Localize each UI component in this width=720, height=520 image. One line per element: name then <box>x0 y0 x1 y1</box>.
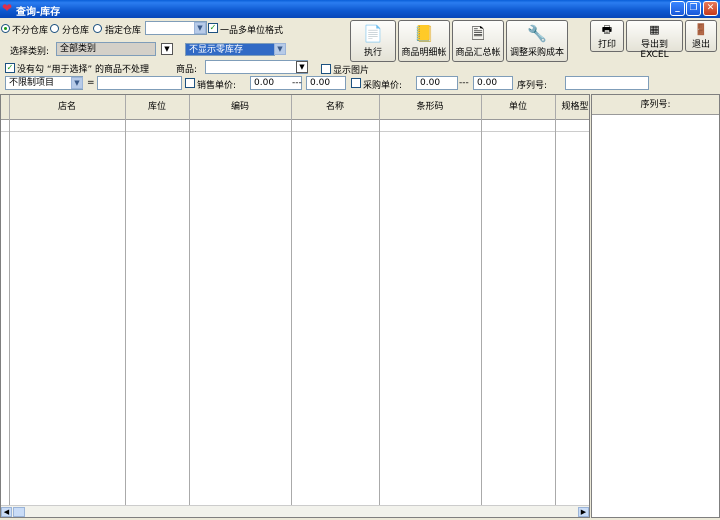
multi-unit-label: 一品多单位格式 <box>220 26 284 36</box>
horizontal-scrollbar[interactable]: ◀ ▶ <box>1 505 589 517</box>
column-divider <box>9 95 10 517</box>
category-label: 选择类别: <box>10 47 50 57</box>
column-divider <box>125 95 126 517</box>
unchecked-goods-checkbox[interactable]: ✓ <box>5 63 15 73</box>
sale-price-checkbox[interactable] <box>185 78 195 88</box>
column-header-barcode[interactable]: 条形码 <box>379 95 481 120</box>
ledger-icon: 📒 <box>414 24 434 43</box>
purchase-price-label: 采购单价: <box>363 81 403 91</box>
window-title: 查询-库存 <box>16 7 61 18</box>
radio-no-warehouse-label: 不分仓库 <box>12 26 49 36</box>
purchase-price-to[interactable]: 0.00 <box>473 76 513 90</box>
column-header-unit[interactable]: 单位 <box>481 95 555 120</box>
table-row[interactable] <box>1 120 589 132</box>
column-divider <box>379 95 380 517</box>
column-divider <box>481 95 482 517</box>
chevron-down-icon[interactable]: ▼ <box>71 77 83 89</box>
execute-button[interactable]: 📄 执行 <box>350 20 396 62</box>
exit-button[interactable]: 🚪 退出 <box>685 20 717 52</box>
serial-panel: 序列号: <box>591 94 720 518</box>
equals-label: = <box>87 78 95 88</box>
serial-input[interactable] <box>565 76 649 90</box>
maximize-button[interactable]: ❐ <box>686 1 701 16</box>
unchecked-goods-label: 没有勾 “用于选择” 的商品不处理 <box>17 65 150 75</box>
column-header-name[interactable]: 名称 <box>291 95 379 120</box>
adjust-cost-label: 调整采购成本 <box>509 48 564 58</box>
radio-specific-warehouse-label: 指定仓库 <box>105 26 142 36</box>
column-divider <box>189 95 190 517</box>
radio-by-warehouse-label: 分仓库 <box>62 26 90 36</box>
serial-label: 序列号: <box>517 81 548 91</box>
item-summary-button[interactable]: 🗎 商品汇总帐 <box>452 20 504 62</box>
chevron-down-icon[interactable]: ▼ <box>274 43 286 55</box>
print-label: 打印 <box>597 40 616 50</box>
sale-price-to[interactable]: 0.00 <box>306 76 346 90</box>
zero-stock-select[interactable]: 不显示零库存 <box>185 43 275 56</box>
item-detail-label: 商品明细帐 <box>401 48 447 58</box>
excel-icon: ▦ <box>649 23 660 36</box>
close-button[interactable]: ✕ <box>703 1 718 16</box>
printer-icon: 🖶 <box>601 23 613 36</box>
item-summary-label: 商品汇总帐 <box>455 48 501 58</box>
radio-by-warehouse[interactable] <box>50 24 59 33</box>
column-header-store[interactable]: 店名 <box>9 95 125 120</box>
serial-panel-header: 序列号: <box>592 95 719 115</box>
scroll-thumb[interactable] <box>13 507 25 517</box>
purchase-price-from[interactable]: 0.00 <box>416 76 458 90</box>
item-value-input[interactable] <box>97 76 182 90</box>
radio-specific-warehouse[interactable] <box>93 24 102 33</box>
show-image-label: 显示图片 <box>333 66 370 76</box>
column-divider <box>555 95 556 517</box>
chevron-down-icon[interactable]: ▼ <box>296 61 308 73</box>
goods-select[interactable] <box>205 60 308 74</box>
scroll-right-icon[interactable]: ▶ <box>578 507 589 517</box>
goods-label: 商品: <box>176 65 198 75</box>
purchase-price-checkbox[interactable] <box>351 78 361 88</box>
range-separator: --- <box>292 78 302 88</box>
column-header-location[interactable]: 库位 <box>125 95 189 120</box>
title-bar: ❤ 查询-库存 _ ❐ ✕ <box>0 0 720 18</box>
exit-label: 退出 <box>691 40 710 50</box>
wrench-icon: 🔧 <box>527 24 547 43</box>
export-excel-label: 导出到EXCEL <box>640 40 669 60</box>
execute-label: 执行 <box>363 48 382 58</box>
column-divider <box>291 95 292 517</box>
range-separator: --- <box>459 78 469 88</box>
column-header-code[interactable]: 编码 <box>189 95 291 120</box>
multi-unit-checkbox[interactable]: ✓ <box>208 23 218 33</box>
door-icon: 🚪 <box>694 23 708 36</box>
minimize-button[interactable]: _ <box>670 1 685 16</box>
chevron-down-icon[interactable]: ▼ <box>194 22 206 34</box>
chevron-down-icon[interactable]: ▼ <box>161 43 173 55</box>
item-detail-button[interactable]: 📒 商品明细帐 <box>398 20 450 62</box>
column-header-spec[interactable]: 规格型 <box>555 95 589 120</box>
print-button[interactable]: 🖶 打印 <box>590 20 624 52</box>
scroll-left-icon[interactable]: ◀ <box>1 507 12 517</box>
sale-price-label: 销售单价: <box>197 81 237 91</box>
adjust-cost-button[interactable]: 🔧 调整采购成本 <box>506 20 568 62</box>
heart-icon: ❤ <box>2 1 13 15</box>
show-image-checkbox[interactable] <box>321 64 331 74</box>
export-excel-button[interactable]: ▦ 导出到EXCEL <box>626 20 683 60</box>
document-icon: 📄 <box>363 24 383 43</box>
radio-no-warehouse[interactable] <box>1 24 10 33</box>
category-select[interactable]: 全部类别 <box>56 42 156 56</box>
inventory-table[interactable]: 店名 库位 编码 名称 条形码 单位 规格型 ◀ ▶ <box>0 94 590 518</box>
summary-icon: 🗎 <box>471 24 485 43</box>
